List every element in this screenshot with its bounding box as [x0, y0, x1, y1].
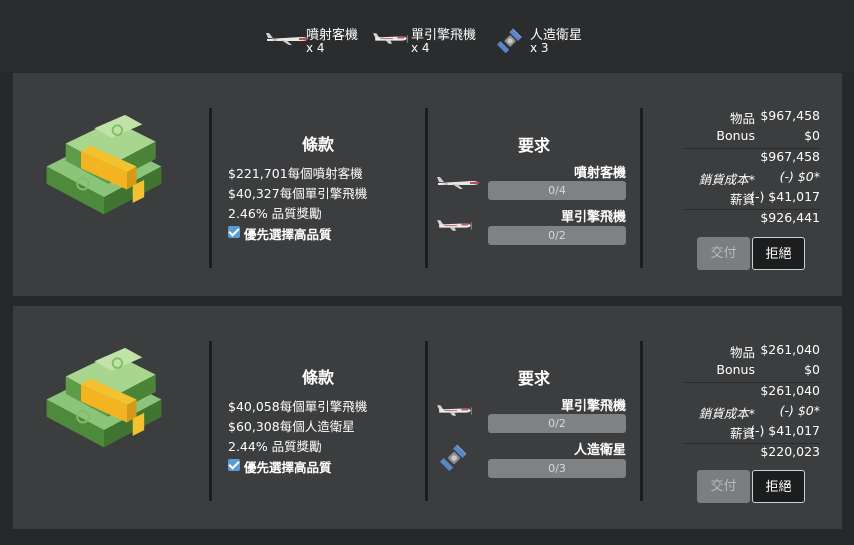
summary-item-count: x 3 [530, 41, 549, 55]
finance-bonus-row: Bonus $0 [684, 360, 820, 380]
finance-cogs-row: 銷貨成本* (-) $0* [684, 167, 820, 187]
deliver-button[interactable]: 交付 [697, 237, 750, 270]
divider [209, 108, 212, 268]
subtotal-value: $967,458 [760, 149, 820, 164]
progress-text: 0/2 [548, 229, 566, 242]
terms-line: $40,327每個單引擎飛機 [228, 186, 368, 201]
finance-cogs-row: 銷貨成本* (-) $0* [684, 401, 820, 421]
requirements-title: 要求 [518, 136, 551, 155]
bonus-value: $0 [804, 362, 820, 377]
finance-subtotal-row: $261,040 [684, 381, 820, 401]
progress-text: 0/2 [548, 417, 566, 430]
requirement-progress-bar: 0/2 [488, 226, 626, 245]
contract-card: 條款 $221,701每個噴射客機 $40,327每個單引擎飛機 2.46% 品… [13, 73, 842, 296]
divider [425, 108, 428, 268]
progress-text: 0/4 [548, 184, 566, 197]
jet-airliner-icon [436, 176, 480, 190]
wages-value: (-) $41,017 [750, 189, 820, 204]
requirement-name: 人造衛星 [573, 443, 626, 458]
divider [209, 341, 212, 501]
prefer-quality-checkbox[interactable] [228, 459, 240, 471]
terms-line: $60,308每個人造衛星 [228, 419, 355, 434]
wages-value: (-) $41,017 [750, 423, 820, 438]
bonus-label: Bonus [716, 362, 755, 377]
cogs-value: (-) $0* [779, 403, 820, 418]
total-value: $220,023 [760, 444, 820, 459]
finance-total-row: $220,023 [684, 442, 820, 462]
subtotal-value: $261,040 [760, 383, 820, 398]
divider [640, 341, 643, 501]
cogs-value: (-) $0* [779, 169, 820, 184]
requirements-summary-bar: 噴射客機 x 4 單引擎飛機 x 4 人造衛星 x 3 [0, 0, 854, 72]
prefer-quality-label: 優先選擇高品質 [244, 460, 332, 475]
requirement-name: 單引擎飛機 [560, 399, 626, 414]
bonus-value: $0 [804, 128, 820, 143]
money-stack-icon [37, 342, 171, 457]
goods-value: $967,458 [760, 108, 820, 123]
requirement-progress-bar: 0/4 [488, 181, 626, 200]
requirement-progress-bar: 0/3 [488, 459, 626, 478]
requirement-name: 噴射客機 [573, 166, 626, 181]
finance-wages-row: 薪資 (-) $41,017 [684, 421, 820, 441]
finance-subtotal-row: $967,458 [684, 147, 820, 167]
requirement-progress-bar: 0/2 [488, 414, 626, 433]
deliver-button[interactable]: 交付 [697, 470, 750, 503]
terms-line: 2.44% 品質獎勵 [228, 439, 322, 454]
cogs-label: 銷貨成本* [698, 406, 755, 421]
summary-item-count: x 4 [306, 41, 325, 55]
goods-label: 物品 [729, 345, 755, 360]
divider [425, 341, 428, 501]
terms-title: 條款 [302, 135, 335, 154]
prefer-quality-label: 優先選擇高品質 [244, 227, 332, 242]
summary-item-count: x 4 [411, 41, 430, 55]
jet-airliner-icon [265, 32, 309, 46]
finance-bonus-row: Bonus $0 [684, 126, 820, 146]
prop-plane-icon [436, 219, 474, 232]
satellite-icon [497, 27, 525, 55]
requirement-name: 單引擎飛機 [560, 210, 626, 225]
terms-line: $40,058每個單引擎飛機 [228, 399, 368, 414]
progress-text: 0/3 [548, 462, 566, 475]
total-value: $926,441 [760, 210, 820, 225]
prefer-quality-checkbox[interactable] [228, 226, 240, 238]
satellite-icon [440, 443, 470, 473]
finance-wages-row: 薪資 (-) $41,017 [684, 187, 820, 207]
contract-card: 條款 $40,058每個單引擎飛機 $60,308每個人造衛星 2.44% 品質… [13, 306, 842, 529]
terms-line: 2.46% 品質獎勵 [228, 206, 322, 221]
finance-goods-row: 物品 $967,458 [684, 106, 820, 126]
reject-button[interactable]: 拒絕 [752, 470, 805, 503]
reject-button[interactable]: 拒絕 [752, 237, 805, 270]
bonus-label: Bonus [716, 128, 755, 143]
prop-plane-icon [436, 404, 474, 417]
cogs-label: 銷貨成本* [698, 172, 755, 187]
divider [640, 108, 643, 268]
goods-label: 物品 [729, 111, 755, 126]
prop-plane-icon [372, 32, 410, 45]
requirements-title: 要求 [518, 369, 551, 388]
finance-goods-row: 物品 $261,040 [684, 340, 820, 360]
terms-title: 條款 [302, 368, 335, 387]
finance-total-row: $926,441 [684, 208, 820, 228]
money-stack-icon [37, 109, 171, 224]
terms-line: $221,701每個噴射客機 [228, 166, 363, 181]
goods-value: $261,040 [760, 342, 820, 357]
